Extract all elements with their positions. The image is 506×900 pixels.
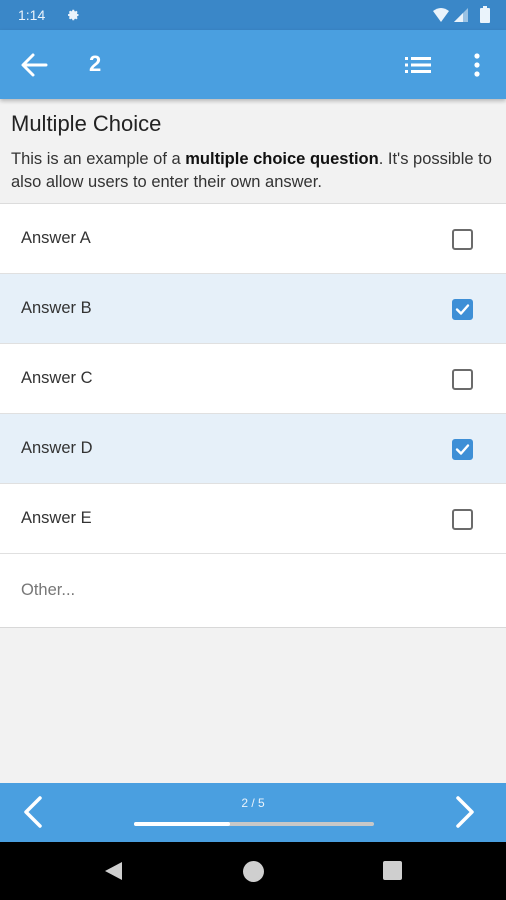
answer-list: Answer A Answer B Answer C Answer D Answ… (0, 203, 506, 628)
other-answer-input[interactable] (0, 554, 506, 627)
answer-checkbox[interactable] (452, 229, 473, 250)
app-bar: 2 (0, 30, 506, 99)
question-description: This is an example of a multiple choice … (11, 148, 501, 194)
status-time: 1:14 (18, 7, 46, 23)
page-title: 2 (89, 51, 102, 76)
description-bold: multiple choice question (185, 150, 379, 168)
answer-label: Answer B (21, 299, 92, 317)
nav-recents-icon[interactable] (383, 861, 402, 880)
answer-row-b[interactable]: Answer B (0, 274, 506, 344)
status-bar: 1:14 (0, 0, 506, 30)
more-vertical-icon[interactable] (470, 52, 484, 78)
answer-label: Answer A (21, 229, 91, 247)
description-prefix: This is an example of a (11, 150, 186, 168)
nav-home-icon[interactable] (243, 861, 264, 882)
other-answer-row (0, 554, 506, 628)
answer-row-c[interactable]: Answer C (0, 344, 506, 414)
question-content: Multiple Choice This is an example of a … (0, 99, 506, 783)
answer-label: Answer E (21, 509, 92, 527)
signal-icon (454, 8, 468, 22)
answer-label: Answer D (21, 439, 93, 457)
answer-row-d[interactable]: Answer D (0, 414, 506, 484)
question-title: Multiple Choice (11, 111, 162, 136)
question-navigation-bar: 2 / 5 (0, 783, 506, 842)
progress-track (134, 822, 374, 826)
wifi-icon (433, 8, 449, 22)
nav-back-icon[interactable] (102, 860, 124, 882)
chevron-right-icon[interactable] (454, 795, 476, 829)
list-icon[interactable] (404, 54, 432, 76)
system-nav-bar (0, 842, 506, 900)
progress-text: 2 / 5 (241, 796, 265, 810)
progress-fill (134, 822, 230, 826)
answer-label: Answer C (21, 369, 93, 387)
battery-icon (480, 6, 490, 23)
answer-checkbox[interactable] (452, 299, 473, 320)
answer-checkbox[interactable] (452, 509, 473, 530)
answer-row-e[interactable]: Answer E (0, 484, 506, 554)
answer-row-a[interactable]: Answer A (0, 204, 506, 274)
arrow-back-icon[interactable] (20, 52, 48, 78)
answer-checkbox[interactable] (452, 439, 473, 460)
settings-gear-icon (68, 9, 79, 21)
answer-checkbox[interactable] (452, 369, 473, 390)
